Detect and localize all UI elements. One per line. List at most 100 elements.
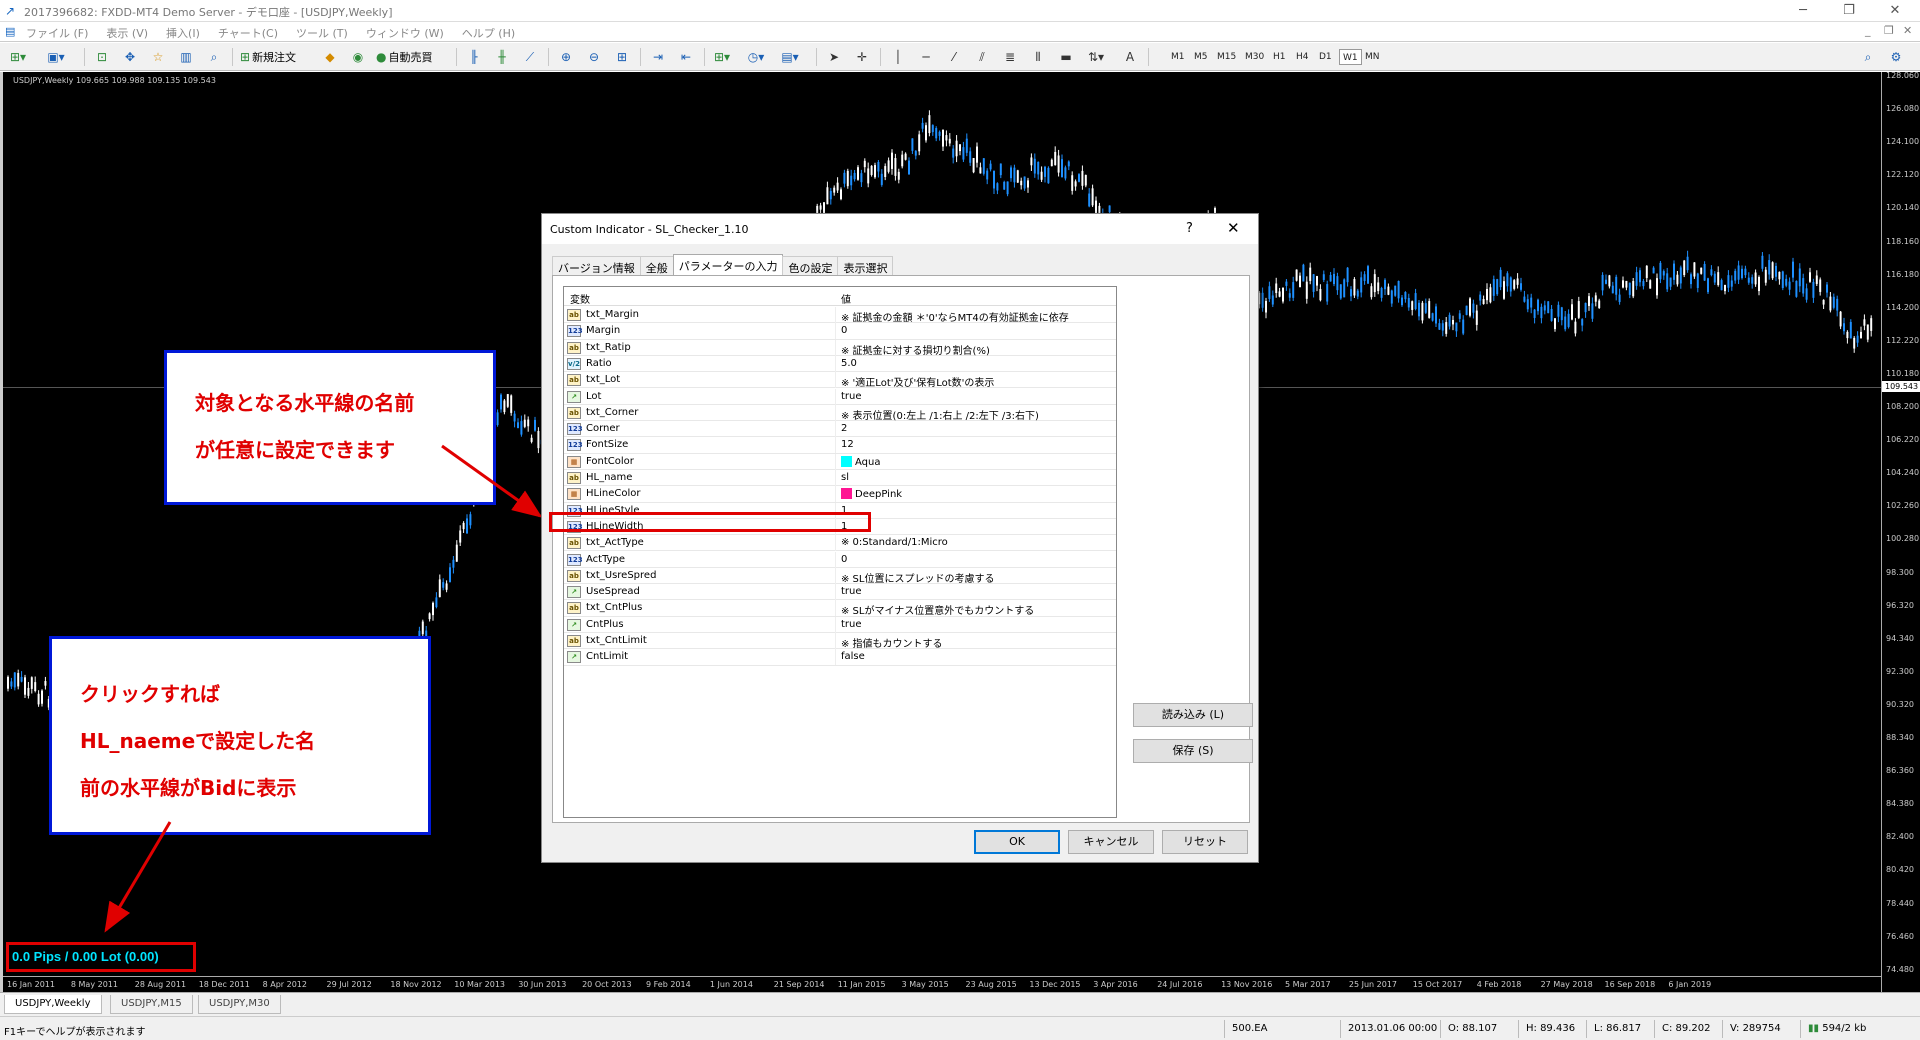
param-value[interactable]: 0 — [841, 554, 847, 565]
menu-item[interactable]: 挿入(I) — [166, 25, 200, 41]
param-row[interactable]: ab txt_CntPlus ※ SLがマイナス位置意外でもカウントする — [564, 600, 1116, 617]
candlestick-icon[interactable]: ╫ — [492, 47, 512, 67]
profiles-icon[interactable]: ▣▾ — [46, 47, 66, 67]
restore-button[interactable]: ❐ — [1826, 0, 1872, 22]
navigator-icon[interactable]: ☆ — [148, 47, 168, 67]
zoom-in-icon[interactable]: ⊕ — [556, 47, 576, 67]
cancel-button[interactable]: キャンセル — [1068, 830, 1154, 854]
strategy-tester-icon[interactable]: ⌕ — [204, 47, 224, 67]
param-value[interactable]: ※ 指値もカウントする — [841, 635, 943, 650]
community-icon[interactable]: ⚙ — [1886, 47, 1906, 67]
dialog-tab[interactable]: バージョン情報 — [552, 256, 641, 276]
param-row[interactable]: ↗ CntLimit false — [564, 649, 1116, 666]
templates-icon[interactable]: ▤▾ — [780, 47, 800, 67]
param-value[interactable]: Aqua — [841, 455, 880, 468]
param-row[interactable]: ↗ CntPlus true — [564, 616, 1116, 633]
timeframe-h4[interactable]: H4 — [1293, 49, 1312, 65]
dialog-close-button[interactable]: ✕ — [1227, 219, 1240, 237]
horizontal-line-icon[interactable]: ─ — [916, 47, 936, 67]
param-row[interactable]: ab HL_name sl — [564, 470, 1116, 487]
chart-tab[interactable]: USDJPY,M15 — [110, 995, 193, 1014]
timeframe-m1[interactable]: M1 — [1168, 49, 1188, 65]
param-value[interactable]: ※ 0:Standard/1:Micro — [841, 537, 948, 548]
param-value[interactable]: 5.0 — [841, 358, 857, 369]
minimize-button[interactable]: ─ — [1780, 0, 1826, 22]
gann-icon[interactable]: ⦀ — [1028, 47, 1048, 67]
trendline-icon[interactable]: ⁄ — [944, 47, 964, 67]
crosshair-icon[interactable]: ✛ — [852, 47, 872, 67]
param-value[interactable]: ※ SLがマイナス位置意外でもカウントする — [841, 602, 1034, 617]
param-value[interactable]: ※ SL位置にスプレッドの考慮する — [841, 570, 994, 585]
sl-checker-output[interactable]: 0.0 Pips / 0.00 Lot (0.00) — [6, 942, 196, 972]
param-value[interactable]: DeepPink — [841, 488, 902, 500]
parameters-grid[interactable]: 変数 値 ab txt_Margin ※ 証拠金の金額 ＊'0'ならMT4の有効証拠… — [563, 286, 1117, 818]
param-value[interactable]: ※ '適正Lot'及び'保有Lot数'の表示 — [841, 374, 994, 389]
signals-icon[interactable]: ◉ — [348, 47, 368, 67]
profile-name[interactable]: 500.EA — [1232, 1023, 1267, 1034]
param-row[interactable]: ab txt_Margin ※ 証拠金の金額 ＊'0'ならMT4の有効証拠金に依存 — [564, 307, 1116, 324]
line-chart-icon[interactable]: ⟋ — [520, 47, 540, 67]
param-row[interactable]: 123 FontSize 12 — [564, 437, 1116, 454]
timeframe-m15[interactable]: M15 — [1214, 49, 1239, 65]
rectangle-icon[interactable]: ▬ — [1056, 47, 1076, 67]
param-row[interactable]: ab txt_Lot ※ '適正Lot'及び'保有Lot数'の表示 — [564, 372, 1116, 389]
save-button[interactable]: 保存 (S) — [1133, 739, 1253, 763]
param-value[interactable]: 12 — [841, 439, 854, 450]
param-row[interactable]: 123 Corner 2 — [564, 421, 1116, 438]
param-row[interactable]: ab txt_Ratip ※ 証拠金に対する損切り割合(%) — [564, 339, 1116, 357]
param-row[interactable]: ab txt_CntLimit ※ 指値もカウントする — [564, 633, 1116, 650]
menu-item[interactable]: ウィンドウ (W) — [366, 25, 444, 41]
param-row[interactable]: ▦ FontColor Aqua — [564, 453, 1116, 470]
param-row[interactable]: ↗ UseSpread true — [564, 584, 1116, 601]
timeframe-d1[interactable]: D1 — [1316, 49, 1335, 65]
ok-button[interactable]: OK — [974, 830, 1060, 854]
timeframe-m30[interactable]: M30 — [1242, 49, 1267, 65]
new-chart-icon[interactable]: ⊞▾ — [8, 47, 28, 67]
param-value[interactable]: ※ 証拠金に対する損切り割合(%) — [841, 342, 990, 357]
auto-scroll-icon[interactable]: ⇥ — [648, 47, 668, 67]
reset-button[interactable]: リセット — [1162, 830, 1248, 854]
zoom-out-icon[interactable]: ⊖ — [584, 47, 604, 67]
param-value[interactable]: sl — [841, 472, 849, 483]
param-value[interactable]: true — [841, 586, 862, 597]
menu-item[interactable]: ファイル (F) — [26, 25, 88, 41]
mdi-minimize-button[interactable]: _ — [1865, 24, 1871, 37]
chart-tab[interactable]: USDJPY,M30 — [198, 995, 281, 1014]
load-button[interactable]: 読み込み (L) — [1133, 703, 1253, 727]
dialog-tab[interactable]: 表示選択 — [837, 256, 894, 276]
dialog-tab[interactable]: 全般 — [639, 256, 674, 276]
param-value[interactable]: ※ 証拠金の金額 ＊'0'ならMT4の有効証拠金に依存 — [841, 309, 1069, 324]
chart-tab[interactable]: USDJPY,Weekly — [4, 995, 102, 1014]
menu-item[interactable]: チャート(C) — [218, 25, 278, 41]
param-value[interactable]: ※ 表示位置(0:左上 /1:右上 /2:左下 /3:右下) — [841, 407, 1039, 422]
bar-chart-icon[interactable]: ╟ — [464, 47, 484, 67]
data-window-icon[interactable]: ✥ — [120, 47, 140, 67]
fibonacci-icon[interactable]: ≣ — [1000, 47, 1020, 67]
param-row[interactable]: ▦ HLineColor DeepPink — [564, 486, 1116, 503]
param-row[interactable]: ↗ Lot true — [564, 388, 1116, 405]
search-icon[interactable]: ⌕ — [1858, 47, 1878, 67]
arrows-icon[interactable]: ⇅▾ — [1086, 47, 1106, 67]
market-watch-icon[interactable]: ⊡ — [92, 47, 112, 67]
equidistant-channel-icon[interactable]: ⫽ — [972, 47, 992, 67]
periods-icon[interactable]: ◷▾ — [746, 47, 766, 67]
param-value[interactable]: true — [841, 619, 862, 630]
timeframe-h1[interactable]: H1 — [1270, 49, 1289, 65]
tile-windows-icon[interactable]: ⊞ — [612, 47, 632, 67]
new-order-button[interactable]: ⊞ 新規注文 — [240, 47, 296, 67]
param-value[interactable]: 0 — [841, 325, 847, 336]
param-row[interactable]: ab txt_Corner ※ 表示位置(0:左上 /1:右上 /2:左下 /3:右… — [564, 404, 1116, 422]
meta-editor-icon[interactable]: ◆ — [320, 47, 340, 67]
text-tool-icon[interactable]: A — [1120, 47, 1140, 67]
indicators-icon[interactable]: ⊞▾ — [712, 47, 732, 67]
param-row[interactable]: 123 ActType 0 — [564, 551, 1116, 568]
auto-trading-button[interactable]: ● 自動売買 — [376, 47, 432, 67]
mdi-restore-button[interactable]: ❐ — [1884, 24, 1894, 37]
terminal-icon[interactable]: ▥ — [176, 47, 196, 67]
menu-item[interactable]: ツール (T) — [296, 25, 348, 41]
help-button[interactable]: ? — [1186, 221, 1193, 236]
param-value[interactable]: true — [841, 391, 862, 402]
timeframe-w1[interactable]: W1 — [1339, 49, 1362, 65]
menu-item[interactable]: 表示 (V) — [106, 25, 148, 41]
menu-item[interactable]: ヘルプ (H) — [462, 25, 515, 41]
